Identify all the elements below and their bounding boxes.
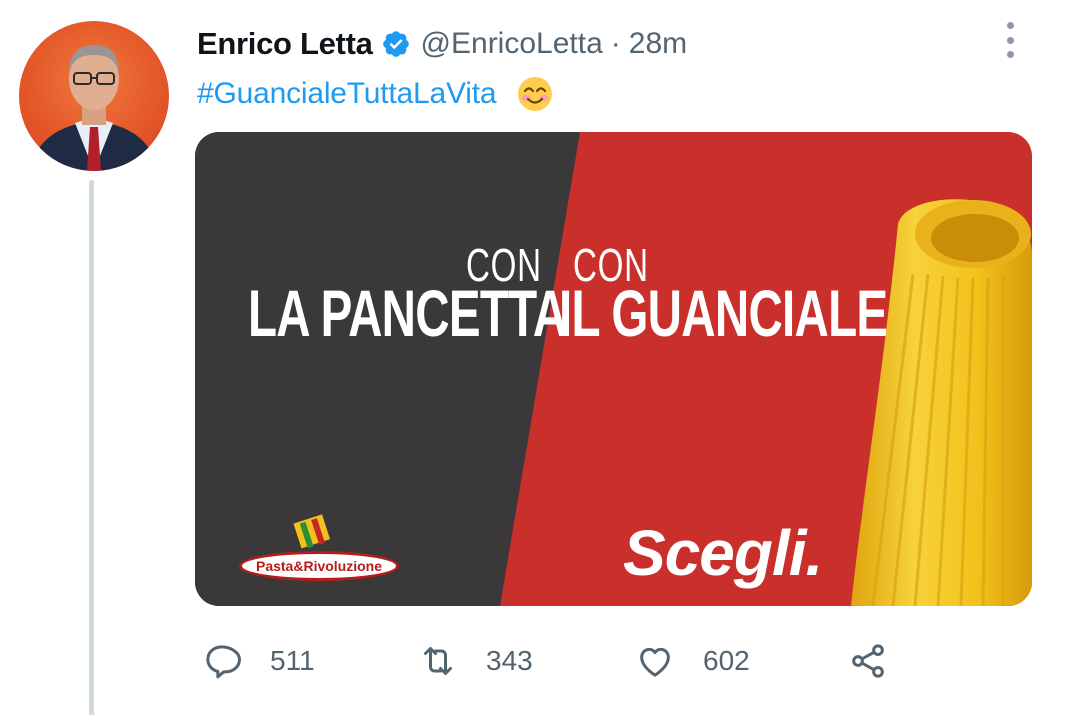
more-dot	[1006, 51, 1014, 58]
retweet-icon	[424, 647, 452, 675]
more-dot	[1006, 36, 1014, 44]
hashtag-link[interactable]: #GuancialeTuttaLaVita	[197, 77, 497, 111]
smiling-face-with-smiling-eyes-icon	[516, 75, 554, 113]
author-name[interactable]: Enrico Letta	[197, 26, 373, 62]
share-button[interactable]	[848, 636, 888, 686]
more-options-icon[interactable]	[1000, 22, 1020, 58]
author-handle[interactable]: @EnricoLetta	[421, 27, 603, 61]
ad-right-big-text: IL GUANCIALE	[559, 276, 888, 350]
retweet-count: 343	[486, 645, 533, 676]
tweet-media-image[interactable]: CON LA PANCETTA CON IL GUANCIALE Scegli.	[195, 132, 1032, 606]
ad-cta-text: Scegli.	[623, 517, 823, 589]
thread-connector-line	[89, 180, 94, 715]
share-icon	[852, 644, 884, 678]
reply-button[interactable]: 511	[202, 636, 315, 686]
avatar-portrait	[29, 45, 159, 171]
separator-dot: ·	[610, 27, 621, 60]
retweet-button[interactable]: 343	[418, 636, 533, 686]
tweet-header: Enrico Letta @EnricoLetta · 28m	[197, 24, 687, 64]
more-dot	[1006, 22, 1014, 29]
like-button[interactable]: 602	[635, 636, 750, 686]
like-count: 602	[703, 645, 750, 676]
verified-badge-icon	[381, 29, 411, 59]
logo-text: Pasta&Rivoluzione	[255, 558, 383, 574]
tweet-timestamp[interactable]: 28m	[629, 27, 687, 61]
pasta-logo-icon	[293, 514, 331, 549]
tweet-actions-bar: 511 343 602	[0, 636, 1065, 686]
ad-left-big-text: LA PANCETTA	[248, 276, 567, 350]
reply-icon	[206, 645, 241, 679]
rigatoni-pasta-illustration	[851, 199, 1032, 606]
author-avatar[interactable]	[19, 21, 169, 171]
pasta-rivoluzione-logo: Pasta&Rivoluzione	[239, 551, 399, 581]
tweet-text: #GuancialeTuttaLaVita	[197, 72, 554, 116]
reply-count: 511	[270, 645, 315, 676]
heart-icon	[640, 647, 670, 677]
